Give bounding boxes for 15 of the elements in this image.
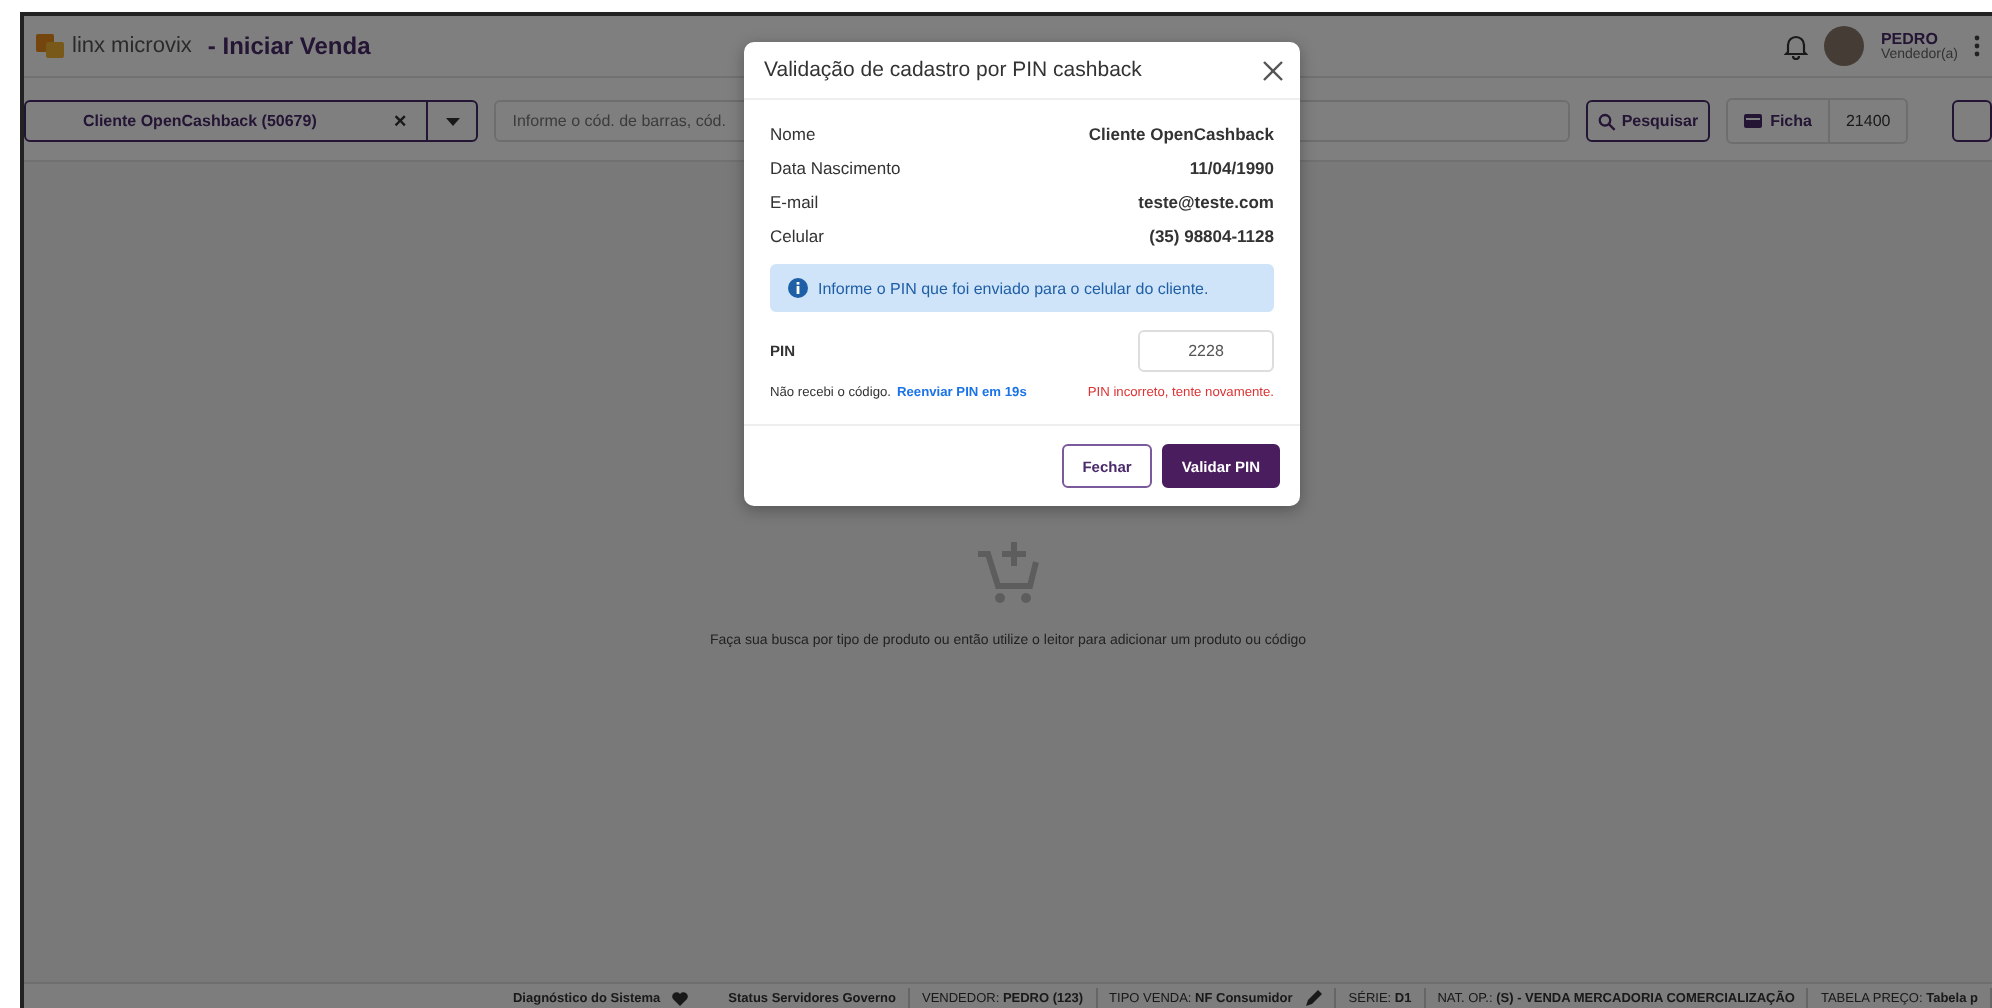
- field-label: Data Nascimento: [770, 157, 901, 177]
- field-label: Celular: [770, 225, 824, 245]
- field-value: Cliente OpenCashback: [1088, 123, 1274, 143]
- ficha-label: Ficha: [1728, 100, 1830, 142]
- field-value: teste@teste.com: [1138, 191, 1274, 211]
- info-message: Informe o PIN que foi enviado para o celular do cliente.: [818, 279, 1209, 297]
- field-label: E-mail: [770, 191, 819, 211]
- ficha-number: 21400: [1843, 112, 1893, 130]
- page-title: - Iniciar Venda: [207, 32, 371, 60]
- user-name: PEDRO: [1880, 31, 1938, 47]
- field-label: Nome: [770, 123, 816, 143]
- field-value: 11/04/1990: [1189, 157, 1274, 177]
- field-value: (35) 98804-1128: [1149, 225, 1274, 245]
- brand-name: linx microvix: [72, 34, 192, 58]
- dialog-title: Validação de cadastro por PIN cashback: [764, 58, 1142, 82]
